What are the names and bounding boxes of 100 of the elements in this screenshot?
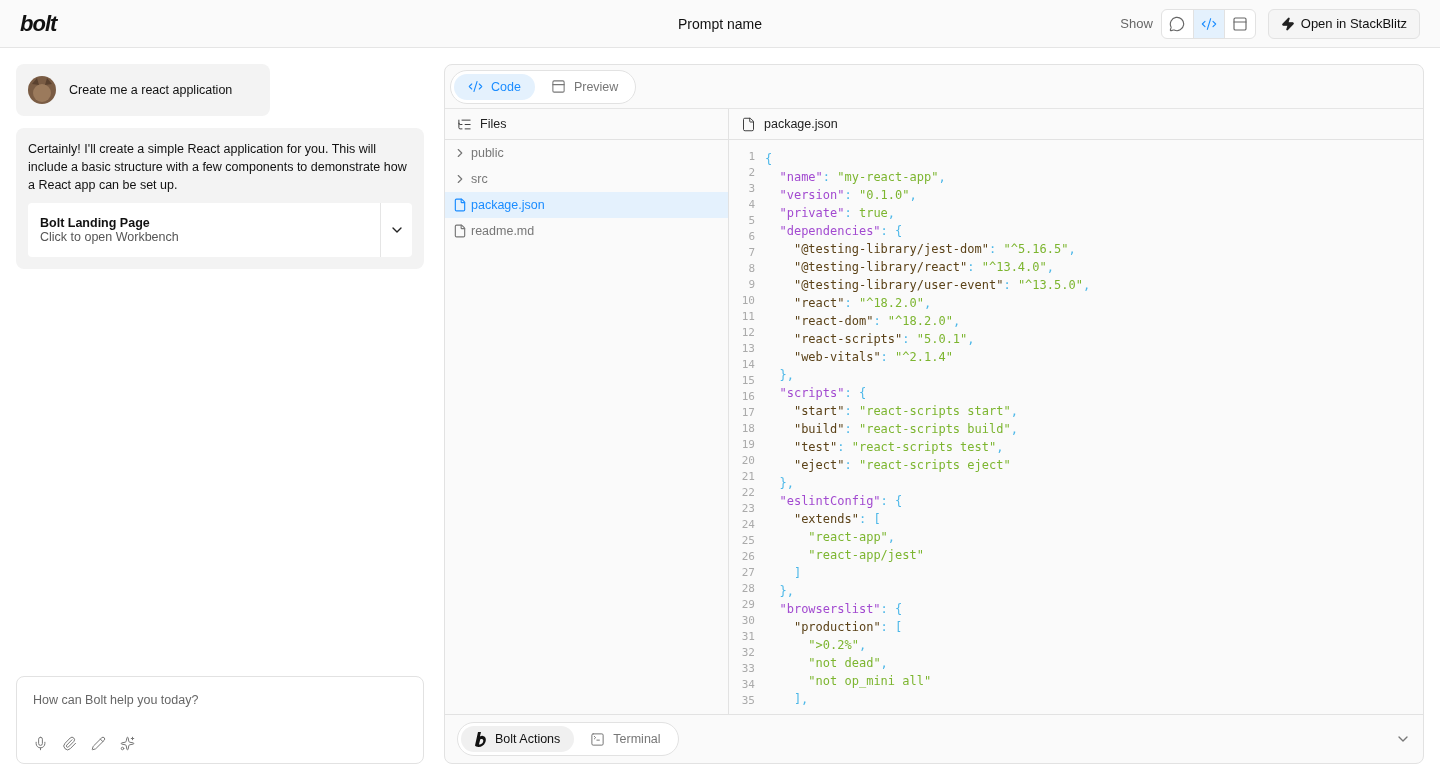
open-workbench-button[interactable]: Bolt Landing Page Click to open Workbench [28, 203, 380, 257]
open-in-stackblitz-button[interactable]: Open in StackBlitz [1267, 8, 1420, 39]
file-icon [741, 116, 756, 132]
avatar [28, 76, 56, 104]
assistant-message-text: Certainly! I'll create a simple React application for you. This will include a basic structure with a few components to demonstrate how a React app can be set up. [28, 141, 408, 194]
code-line: "web-vitals": "^2.1.4" [792, 349, 954, 366]
code-line: "react-scripts": "5.0.1", [792, 331, 976, 348]
line-number: 16 [741, 389, 755, 405]
code-line: "react-app/jest" [807, 547, 925, 564]
code-line: { [765, 151, 774, 168]
code-icon [1200, 15, 1217, 32]
code-line: "build": "react-scripts build", [792, 421, 1019, 438]
line-number: 18 [741, 421, 755, 437]
code-line: "browserslist": { [778, 601, 904, 618]
user-message-text: Create me a react application [69, 83, 233, 97]
line-number: 14 [741, 357, 755, 373]
code-line: "eject": "react-scripts eject" [792, 457, 1012, 474]
line-number: 28 [741, 581, 755, 597]
file-tree-icon [457, 116, 472, 132]
code-line: }, [778, 367, 795, 384]
paperclip-button[interactable] [62, 736, 77, 751]
code-line: "eslintConfig": { [778, 493, 904, 510]
pencil-icon [91, 736, 106, 751]
pencil-button[interactable] [91, 736, 106, 751]
line-number: 1 [748, 149, 755, 165]
line-number: 23 [741, 501, 755, 517]
code-icon [468, 79, 483, 94]
line-number: 31 [741, 629, 755, 645]
code-line: "name": "my-react-app", [778, 169, 947, 186]
paperclip-icon [62, 736, 77, 751]
code-line: "scripts": { [778, 385, 868, 402]
line-number: 5 [748, 213, 755, 229]
line-number: 21 [741, 469, 755, 485]
file-item[interactable]: readme.md [445, 218, 728, 244]
sparkles-button[interactable] [120, 736, 135, 751]
line-number: 2 [748, 165, 755, 181]
line-number: 7 [748, 245, 755, 261]
code-line: "react": "^18.2.0", [792, 295, 933, 312]
terminal-icon [590, 731, 606, 747]
line-number: 8 [748, 261, 755, 277]
microphone-button[interactable] [33, 736, 48, 751]
line-number: 35 [741, 693, 755, 709]
line-number: 25 [741, 533, 755, 549]
tab[interactable]: Bolt Actions [461, 726, 575, 752]
line-number: 29 [741, 597, 755, 613]
code-line: "extends": [ [792, 511, 882, 528]
code-line: "@testing-library/react": "^13.4.0", [792, 259, 1055, 276]
file-icon [453, 224, 467, 238]
code-view-button[interactable] [1192, 9, 1224, 38]
tab[interactable]: Code [454, 73, 535, 100]
folder-item[interactable]: public [445, 140, 728, 166]
line-number: 22 [741, 485, 755, 501]
line-number: 10 [741, 293, 755, 309]
microphone-icon [33, 736, 48, 751]
code-line: "private": true, [778, 205, 897, 222]
line-number: 9 [748, 277, 755, 293]
file-icon [453, 198, 467, 212]
sparkles-icon [120, 736, 135, 751]
bolt-logo-icon [475, 731, 487, 747]
lightning-icon [1280, 16, 1295, 31]
file-item[interactable]: package.json [445, 192, 728, 218]
chat-bubble-icon [1169, 15, 1186, 32]
code-line: "@testing-library/user-event": "^13.5.0", [792, 277, 1091, 294]
code-line: }, [778, 475, 795, 492]
editor-filename: package.json [764, 117, 838, 131]
folder-item[interactable]: src [445, 166, 728, 192]
line-number: 6 [748, 229, 755, 245]
tab[interactable]: Terminal [576, 726, 675, 752]
code-line: "dependencies": { [778, 223, 904, 240]
line-number: 3 [748, 181, 755, 197]
code-line: ">0.2%", [807, 637, 868, 654]
code-line: "production": [ [792, 619, 904, 636]
line-number: 20 [741, 453, 755, 469]
files-title: Files [480, 117, 507, 131]
line-number: 19 [741, 437, 755, 453]
code-line: ] [792, 565, 803, 582]
code-line: "not dead", [807, 655, 889, 672]
line-number: 4 [748, 197, 755, 213]
prompt-title: Prompt name [678, 15, 762, 32]
line-number: 24 [741, 517, 755, 533]
line-number: 15 [741, 373, 755, 389]
window-icon [550, 79, 566, 94]
line-number: 13 [741, 341, 755, 357]
line-number: 34 [741, 677, 755, 693]
code-line: ], [792, 691, 810, 708]
code-line: "react-dom": "^18.2.0", [792, 313, 962, 330]
tab[interactable]: Preview [536, 73, 633, 100]
line-number: 17 [741, 405, 755, 421]
line-number: 30 [741, 613, 755, 629]
logo: bolt [20, 10, 57, 37]
window-icon [1231, 15, 1248, 32]
line-number: 32 [741, 645, 755, 661]
code-line: "not op_mini all" [807, 673, 933, 690]
line-number: 26 [741, 549, 755, 565]
line-number: 33 [741, 661, 755, 677]
code-line: "test": "react-scripts test", [792, 439, 1005, 456]
code-line: "start": "react-scripts start", [792, 403, 1019, 420]
line-number: 12 [741, 325, 755, 341]
line-number: 11 [741, 309, 755, 325]
code-line: "@testing-library/jest-dom": "^5.16.5", [792, 241, 1077, 258]
